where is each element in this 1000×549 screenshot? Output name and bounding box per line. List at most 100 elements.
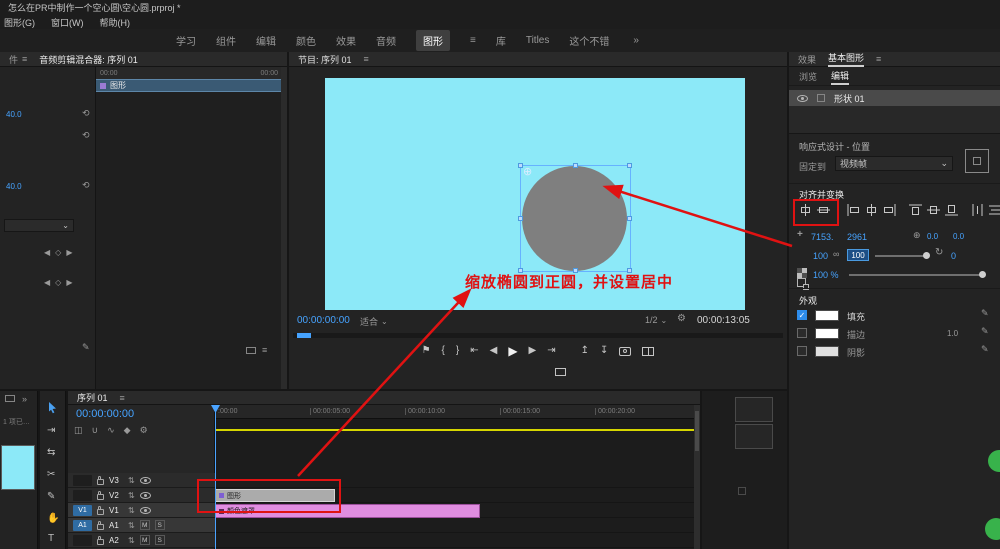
workspace-tab-audio[interactable]: 音频 (376, 33, 396, 48)
shape-selection-box[interactable]: ⊕ (518, 163, 632, 273)
shadow-eyedropper-icon[interactable]: ✎ (981, 344, 989, 355)
monitor-settings-icon[interactable]: ⚙ (677, 313, 686, 324)
sync-lock-icon[interactable]: ⇅ (128, 491, 135, 500)
type-tool[interactable]: T (48, 533, 54, 544)
workspace-menu-icon[interactable]: ≡ (470, 35, 476, 46)
monitor-scrub-bar[interactable] (293, 333, 783, 338)
step-forward-button[interactable]: ▶ (529, 344, 537, 358)
hand-tool[interactable]: ✋ (47, 513, 59, 524)
panel-menu-icon[interactable]: ≡ (262, 345, 267, 355)
track-output-eye-icon[interactable] (139, 491, 151, 499)
program-preview[interactable]: ⊕ 缩放椭圆到正圆，并设置居中 (325, 78, 745, 310)
panel-overflow-icon[interactable]: » (22, 394, 27, 404)
sync-lock-icon[interactable]: ⇅ (128, 536, 135, 545)
tab-effect-controls[interactable]: 件 ≡ (9, 53, 27, 66)
workspace-tab-libraries[interactable]: 库 (496, 33, 506, 48)
selection-handle[interactable] (627, 163, 632, 168)
fill-eyedropper-icon[interactable]: ✎ (981, 308, 989, 319)
current-timecode[interactable]: 00:00:00:00 (297, 315, 350, 326)
align-vertical-center-button[interactable] (815, 202, 831, 218)
selection-handle[interactable] (518, 216, 523, 221)
scrub-playhead[interactable] (297, 333, 311, 338)
reset-parameter-icon[interactable]: ⟲ (82, 130, 90, 141)
align-bottom-button[interactable] (943, 202, 959, 218)
workspace-tab-graphics[interactable]: 图形 (416, 30, 450, 51)
lane-v3[interactable] (215, 473, 694, 488)
mark-in-button[interactable]: { (442, 344, 445, 358)
sync-lock-icon[interactable]: ⇅ (128, 476, 135, 485)
add-marker-icon[interactable]: ◆ (124, 425, 131, 436)
subtab-browse[interactable]: 浏览 (799, 70, 817, 83)
stroke-eyedropper-icon[interactable]: ✎ (981, 326, 989, 337)
track-lock-icon[interactable] (97, 535, 104, 545)
reset-parameter-icon[interactable]: ⟲ (82, 180, 90, 191)
mark-out-button[interactable]: } (456, 344, 459, 358)
tab-essential-graphics[interactable]: 基本图形 (828, 52, 865, 67)
menu-help[interactable]: 帮助(H) (100, 16, 131, 29)
sequence-tab-label[interactable]: 序列 01 (77, 391, 108, 404)
program-tab-label[interactable]: 节目: 序列 01 (298, 53, 352, 66)
add-marker-button[interactable]: ⚑ (422, 344, 431, 358)
ripple-edit-tool[interactable]: ⇆ (47, 447, 55, 458)
anchor-point-icon[interactable]: ⊕ (523, 165, 532, 178)
shadow-color-swatch[interactable] (815, 346, 839, 357)
align-right-button[interactable] (881, 202, 897, 218)
workspace-tab-assembly[interactable]: 组件 (216, 33, 236, 48)
scale-slider[interactable] (875, 252, 930, 259)
selection-tool[interactable] (47, 401, 58, 419)
workspace-tab-effects[interactable]: 效果 (336, 33, 356, 48)
align-horizontal-center-button[interactable] (797, 202, 813, 218)
track-output-eye-icon[interactable] (139, 506, 151, 514)
opacity-slider[interactable] (849, 271, 986, 278)
layer-row-shape[interactable]: 形状 01 (789, 90, 1000, 106)
timeline-settings-icon[interactable]: ⚙ (140, 425, 148, 436)
align-left-button[interactable] (845, 202, 861, 218)
button-editor-toggle[interactable] (555, 368, 566, 376)
export-frame-button[interactable] (619, 346, 632, 356)
solo-button[interactable]: S (154, 535, 165, 545)
lane-a2[interactable] (215, 533, 694, 548)
panel-bottom-rect-icon[interactable] (246, 346, 256, 354)
workspace-tab-learning[interactable]: 学习 (176, 33, 196, 48)
selected-clip-bar[interactable]: 图形 (96, 79, 282, 92)
panel-menu-icon[interactable]: ≡ (120, 393, 125, 403)
pen-tool[interactable]: ✎ (47, 491, 55, 502)
workspace-tab-editing[interactable]: 编辑 (256, 33, 276, 48)
stroke-color-swatch[interactable] (815, 328, 839, 339)
param-value[interactable]: 40.0 (6, 110, 22, 119)
fill-color-swatch[interactable] (815, 310, 839, 321)
selection-handle[interactable] (627, 216, 632, 221)
track-lock-icon[interactable] (97, 505, 104, 515)
nest-toggle-icon[interactable]: ◫ (74, 425, 83, 436)
menu-window[interactable]: 窗口(W) (51, 16, 84, 29)
sync-lock-icon[interactable]: ⇅ (128, 506, 135, 515)
track-select-tool[interactable]: ⇥ (47, 425, 55, 436)
panel-menu-icon[interactable]: ≡ (22, 54, 27, 64)
tab-audio-clip-mixer[interactable]: 音频剪辑混合器: 序列 01 (39, 53, 138, 66)
workspace-tab-custom[interactable]: 这个不错 (569, 33, 609, 48)
pin-to-diagram-icon[interactable] (965, 149, 989, 173)
sync-lock-icon[interactable]: ⇅ (128, 521, 135, 530)
anchor-x-value[interactable]: 0.0 (927, 232, 938, 241)
source-patch[interactable]: A1 (73, 519, 92, 531)
playhead-line[interactable] (215, 405, 216, 549)
menu-graphics[interactable]: 图形(G) (4, 16, 35, 29)
solo-button[interactable]: S (154, 520, 165, 530)
distribute-horizontal-button[interactable] (969, 202, 985, 218)
clip-color-matte[interactable]: 颜色遮罩 (215, 504, 480, 518)
lane-a1[interactable] (215, 518, 694, 533)
timeline-scrollbar[interactable] (694, 405, 700, 549)
workspace-tab-color[interactable]: 颜色 (296, 33, 316, 48)
workspace-overflow-icon[interactable]: » (633, 35, 639, 46)
stroke-checkbox[interactable] (797, 328, 807, 338)
track-lock-icon[interactable] (97, 520, 104, 530)
source-patch[interactable] (73, 489, 92, 501)
rotation-value[interactable]: 0 (951, 251, 956, 261)
scale-input-field[interactable]: 100 (847, 249, 869, 261)
distribute-vertical-button[interactable] (987, 202, 1000, 218)
align-center-horizontal-button[interactable] (863, 202, 879, 218)
anchor-y-value[interactable]: 0.0 (953, 232, 964, 241)
work-area-bar[interactable] (215, 429, 694, 431)
go-to-in-button[interactable]: ⇤ (470, 344, 478, 358)
lift-button[interactable]: ↥ (581, 344, 589, 358)
